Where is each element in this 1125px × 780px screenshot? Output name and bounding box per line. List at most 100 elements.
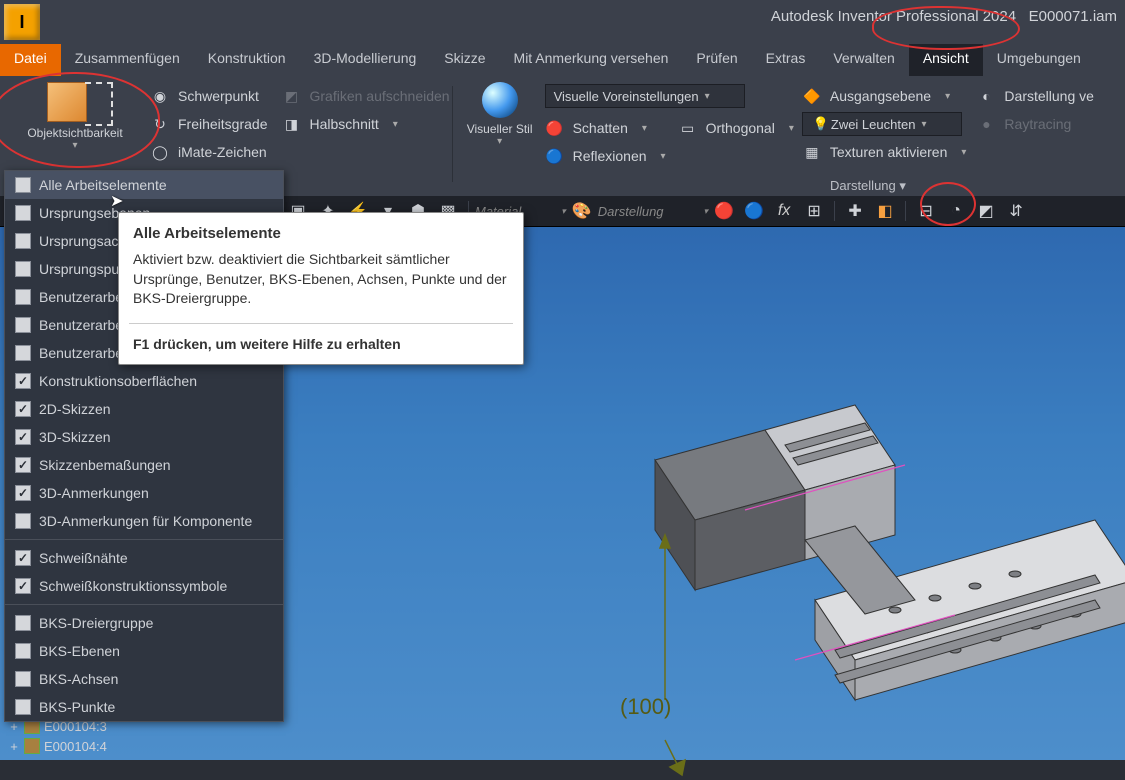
tab-assemble[interactable]: Zusammenfügen <box>61 44 194 76</box>
checkbox-icon[interactable] <box>15 485 31 501</box>
checkbox-icon[interactable] <box>15 289 31 305</box>
light-icon: 💡 <box>811 114 831 134</box>
dof-label: Freiheitsgrade <box>178 116 268 132</box>
checkbox-icon[interactable] <box>15 671 31 687</box>
app-name: Autodesk Inventor Professional 2024 <box>771 8 1016 25</box>
dropdown-item[interactable]: Alle Arbeitselemente <box>5 171 283 199</box>
reflections-label: Reflexionen <box>573 148 647 164</box>
checkbox-icon[interactable] <box>15 550 31 566</box>
fx-icon[interactable]: fx <box>770 199 798 223</box>
object-visibility-icon <box>47 82 87 122</box>
orthogonal-button[interactable]: ▭ Orthogonal <box>678 116 794 140</box>
expand-icon[interactable]: + <box>8 739 20 754</box>
ortho-label: Orthogonal <box>706 120 775 136</box>
dropdown-item-label: Skizzenbemaßungen <box>39 457 171 473</box>
tab-environments[interactable]: Umgebungen <box>983 44 1095 76</box>
object-visibility-label: Objektsichtbarkeit <box>27 126 122 140</box>
dropdown-item[interactable]: Skizzenbemaßungen <box>5 451 283 479</box>
checkbox-icon[interactable] <box>15 429 31 445</box>
qat-icon-8[interactable]: 🔵 <box>740 199 768 223</box>
model-tree[interactable]: +E000104:3 +E000104:4 <box>8 716 107 756</box>
dropdown-item[interactable]: 3D-Anmerkungen für Komponente <box>5 507 283 535</box>
textures-button[interactable]: ▦Texturen aktivieren <box>802 140 967 164</box>
lights-label: Zwei Leuchten <box>831 117 916 132</box>
checkbox-icon[interactable] <box>15 345 31 361</box>
checkbox-icon[interactable] <box>15 699 31 715</box>
checkbox-icon[interactable] <box>15 261 31 277</box>
dropdown-item[interactable]: Schweißkonstruktionssymbole <box>5 572 283 600</box>
panel-label-appearance[interactable]: Darstellung ▾ <box>830 178 906 194</box>
tree-row-2[interactable]: +E000104:4 <box>8 736 107 756</box>
qat-icon-15[interactable]: ⇵ <box>1002 199 1030 223</box>
appearance-button[interactable]: ◐Darstellung ve <box>976 84 1094 108</box>
tab-view[interactable]: Ansicht <box>909 44 983 76</box>
qat-icon-13[interactable]: ◔ <box>942 199 970 223</box>
checkbox-icon[interactable] <box>15 233 31 249</box>
part-icon <box>24 738 40 754</box>
tab-inspect[interactable]: Prüfen <box>682 44 751 76</box>
qat-icon-7[interactable]: 🔴 <box>710 199 738 223</box>
half-section-label: Halbschnitt <box>310 116 379 132</box>
ortho-icon: ▭ <box>678 118 698 138</box>
checkbox-icon[interactable] <box>15 317 31 333</box>
checkbox-icon[interactable] <box>15 401 31 417</box>
textures-label: Texturen aktivieren <box>830 144 948 160</box>
visual-style-button[interactable]: Visueller Stil ▾ <box>461 80 539 149</box>
ground-plane-button[interactable]: 🔶Ausgangsebene <box>802 84 967 108</box>
dropdown-item-label: 2D-Skizzen <box>39 401 111 417</box>
qat-icon-11[interactable]: ◧ <box>871 199 899 223</box>
raytracing-button: ● Raytracing <box>976 112 1094 136</box>
checkbox-icon[interactable] <box>15 643 31 659</box>
appearance-icon: ◐ <box>976 86 996 106</box>
tab-file[interactable]: Datei <box>0 44 61 76</box>
tab-design[interactable]: Konstruktion <box>194 44 300 76</box>
tab-annotate[interactable]: Mit Anmerkung versehen <box>500 44 683 76</box>
dropdown-item-label: 3D-Skizzen <box>39 429 111 445</box>
reflections-icon: 🔵 <box>545 146 565 166</box>
dropdown-item[interactable]: BKS-Dreiergruppe <box>5 609 283 637</box>
qat-icon-9[interactable]: ⊞ <box>800 199 828 223</box>
lights-combo[interactable]: 💡Zwei Leuchten <box>802 112 962 136</box>
raytracing-label: Raytracing <box>1004 116 1071 132</box>
shadow-button[interactable]: 🔴Schatten <box>545 116 666 140</box>
tab-sketch[interactable]: Skizze <box>430 44 499 76</box>
dropdown-item-label: Alle Arbeitselemente <box>39 177 167 193</box>
dropdown-item[interactable]: Konstruktionsoberflächen <box>5 367 283 395</box>
checkbox-icon[interactable] <box>15 373 31 389</box>
checkbox-icon[interactable] <box>15 578 31 594</box>
visual-presets-combo[interactable]: Visuelle Voreinstellungen <box>545 84 745 108</box>
dropdown-item[interactable]: BKS-Ebenen <box>5 637 283 665</box>
tab-tools[interactable]: Extras <box>752 44 820 76</box>
checkbox-icon[interactable] <box>15 457 31 473</box>
checkbox-icon[interactable] <box>15 205 31 221</box>
dropdown-item[interactable]: 3D-Anmerkungen <box>5 479 283 507</box>
dropdown-item[interactable]: 2D-Skizzen <box>5 395 283 423</box>
checkbox-icon[interactable] <box>15 177 31 193</box>
half-section-button[interactable]: ◨Halbschnitt <box>282 112 450 136</box>
dropdown-item[interactable]: Schweißnähte <box>5 544 283 572</box>
dropdown-item[interactable]: 3D-Skizzen <box>5 423 283 451</box>
checkbox-icon[interactable] <box>15 615 31 631</box>
appearance-combo[interactable]: Darstellung <box>598 200 708 222</box>
qat-icon-10[interactable]: ✚ <box>841 199 869 223</box>
tab-3dmodel[interactable]: 3D-Modellierung <box>300 44 431 76</box>
imate-button[interactable]: ◯iMate-Zeichen <box>150 140 268 164</box>
dropdown-item-label: BKS-Achsen <box>39 671 118 687</box>
checkbox-icon[interactable] <box>15 513 31 529</box>
object-visibility-button[interactable]: Objektsichtbarkeit ▾ <box>21 80 128 153</box>
qat-icon-12[interactable]: ⊟ <box>912 199 940 223</box>
slice-icon: ◩ <box>282 86 302 106</box>
raytracing-icon: ● <box>976 114 996 134</box>
color-wheel-icon[interactable]: 🎨 <box>568 199 596 223</box>
window-title: Autodesk Inventor Professional 2024 E000… <box>771 8 1117 25</box>
reflections-button[interactable]: 🔵 Reflexionen <box>545 144 666 168</box>
slice-graphics-button: ◩Grafiken aufschneiden <box>282 84 450 108</box>
cog-button[interactable]: ◉Schwerpunkt <box>150 84 268 108</box>
visual-presets-label: Visuelle Voreinstellungen <box>554 89 699 104</box>
dof-button[interactable]: ↻Freiheitsgrade <box>150 112 268 136</box>
separator <box>452 86 453 182</box>
dropdown-item[interactable]: BKS-Achsen <box>5 665 283 693</box>
tab-manage[interactable]: Verwalten <box>819 44 908 76</box>
qat-icon-14[interactable]: ◩ <box>972 199 1000 223</box>
dropdown-item[interactable]: BKS-Punkte <box>5 693 283 721</box>
